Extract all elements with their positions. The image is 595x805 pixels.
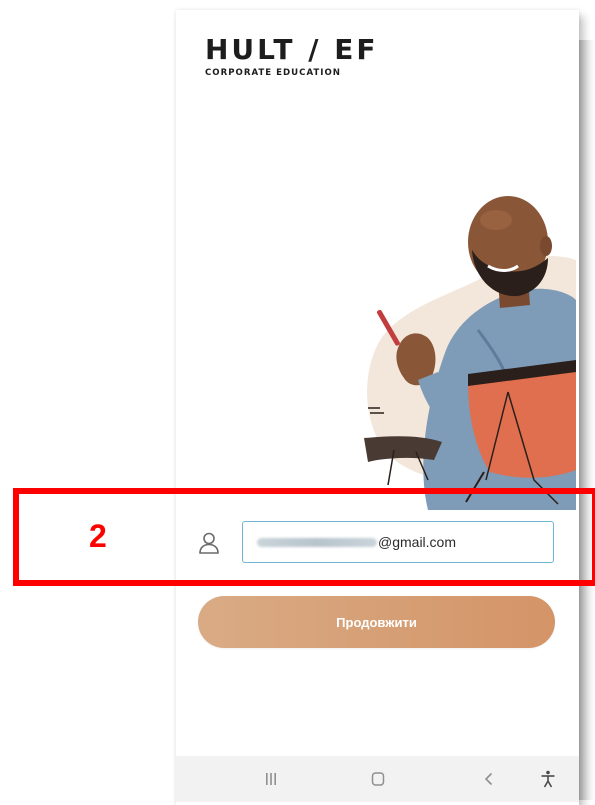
home-icon[interactable]	[365, 766, 391, 792]
step-number: 2	[89, 518, 107, 554]
logo-subtitle: CORPORATE EDUCATION	[205, 68, 341, 78]
phone-edge	[579, 40, 595, 800]
brand-logo: HULT / EF CORPORATE EDUCATION	[205, 33, 379, 79]
hero-image	[364, 196, 576, 510]
system-navigation-bar	[176, 756, 579, 802]
back-icon[interactable]	[476, 766, 502, 792]
recents-icon[interactable]	[258, 766, 284, 792]
accessibility-icon[interactable]	[535, 766, 561, 792]
logo-title: HULT / EF	[205, 33, 379, 66]
continue-button[interactable]: Продовжити	[198, 596, 555, 648]
